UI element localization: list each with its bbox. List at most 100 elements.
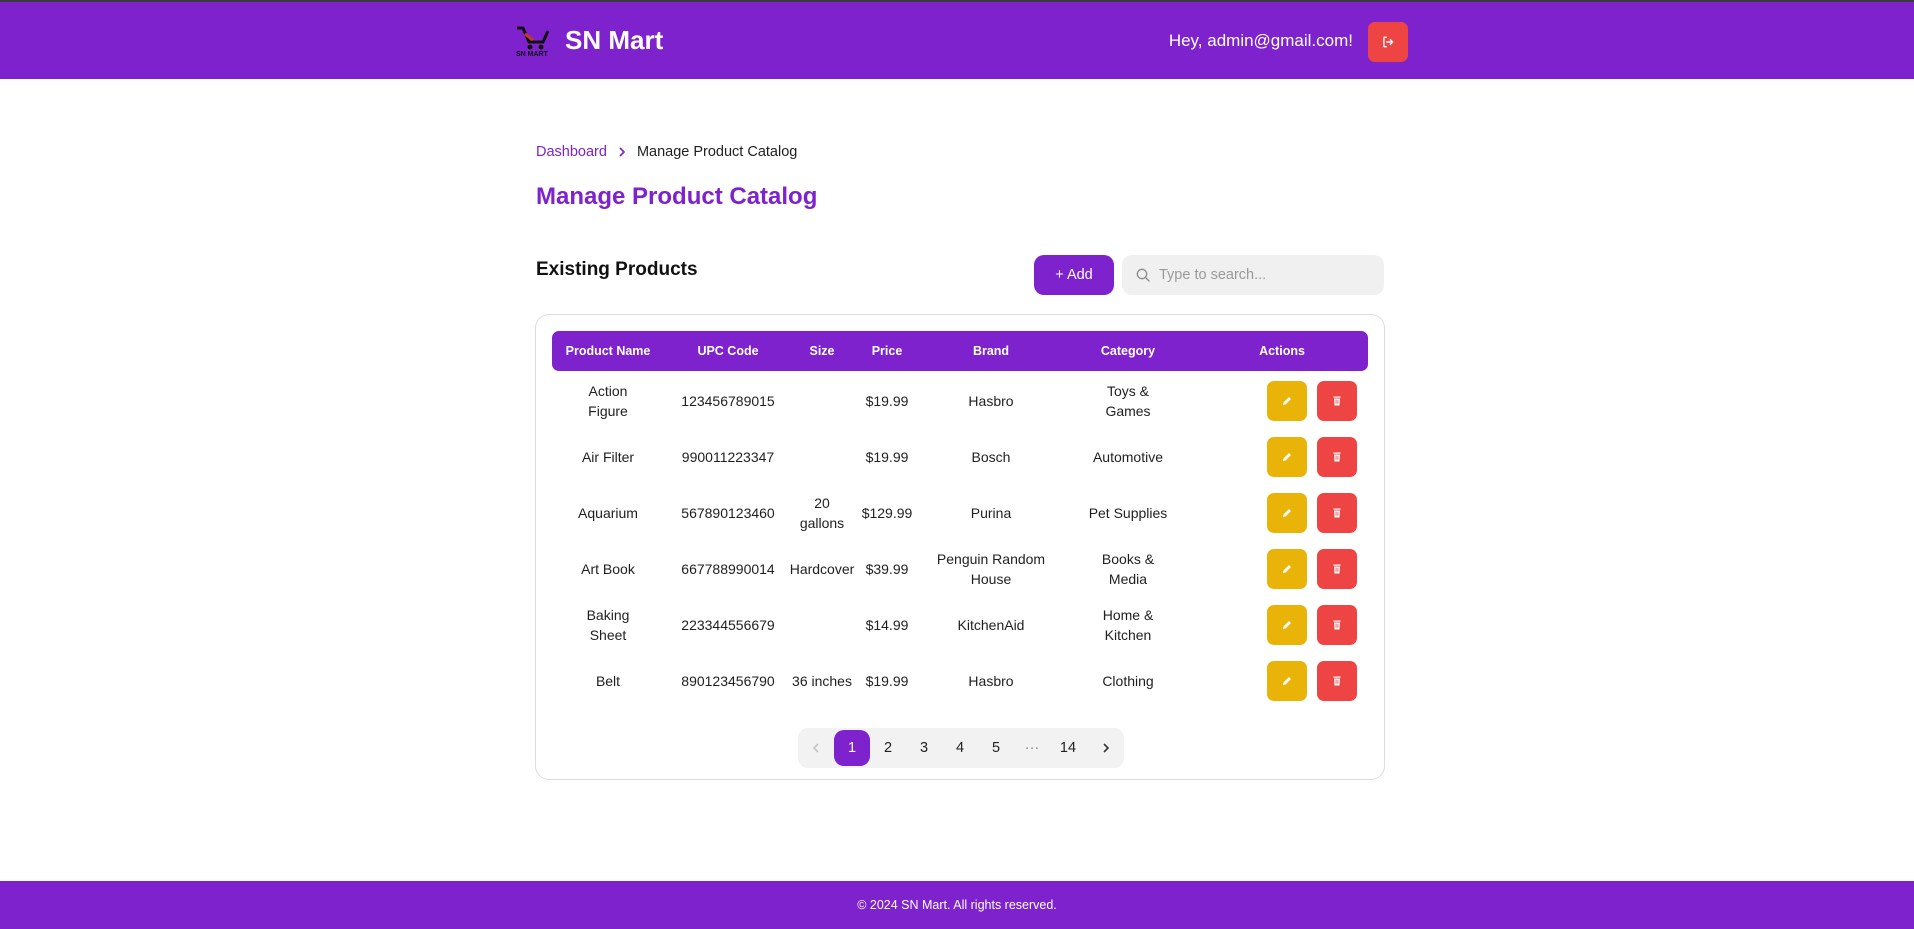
section-title: Existing Products xyxy=(536,259,698,280)
cell-product-name: Art Book xyxy=(581,561,635,577)
edit-button[interactable] xyxy=(1267,605,1307,645)
table-row: Belt 890123456790 36 inches $19.99 Hasbro Clo… xyxy=(552,653,1368,709)
delete-button[interactable] xyxy=(1317,437,1357,477)
cell-upc-code: 667788990014 xyxy=(681,561,775,577)
cell-category: Pet Supplies xyxy=(1088,505,1168,521)
column-header-upc-code: UPC Code xyxy=(697,344,759,358)
footer: © 2024 SN Mart. All rights reserved. xyxy=(0,881,1914,929)
search-box xyxy=(1122,255,1384,295)
edit-button[interactable] xyxy=(1267,437,1307,477)
chevron-left-icon xyxy=(812,743,819,753)
pencil-icon xyxy=(1283,453,1291,461)
cell-upc-code: 123456789015 xyxy=(681,393,775,409)
trash-icon xyxy=(1333,564,1341,574)
cell-upc-code: 890123456790 xyxy=(681,673,775,689)
table-row: Aquarium 567890123460 20 gallons $129.99 Pur… xyxy=(552,485,1368,541)
column-header-actions: Actions xyxy=(1259,344,1305,358)
cell-brand: Hasbro xyxy=(968,673,1014,689)
delete-button[interactable] xyxy=(1317,605,1357,645)
cell-size xyxy=(792,597,852,653)
column-header-brand: Brand xyxy=(972,344,1010,358)
page-button-3[interactable]: 3 xyxy=(906,728,942,768)
cell-brand: KitchenAid xyxy=(957,617,1025,633)
cell-product-name: Belt xyxy=(595,673,621,689)
cell-size xyxy=(792,373,852,429)
cell-product-name: Action Figure xyxy=(588,383,628,419)
pencil-icon xyxy=(1283,397,1291,405)
cell-brand: Penguin Random House xyxy=(936,551,1046,587)
page-title: Manage Product Catalog xyxy=(536,183,818,210)
cart-logo-icon: SN MART xyxy=(516,26,550,58)
cell-price: $14.99 xyxy=(865,617,909,633)
breadcrumb-current: Manage Product Catalog xyxy=(636,144,798,160)
delete-button[interactable] xyxy=(1317,661,1357,701)
cell-brand: Purina xyxy=(970,505,1012,521)
cell-price: $39.99 xyxy=(865,561,909,577)
table-row: Air Filter 990011223347 $19.99 Bosch Automot… xyxy=(552,429,1368,485)
trash-icon xyxy=(1333,396,1341,406)
chevron-right-icon xyxy=(1103,743,1110,753)
trash-icon xyxy=(1333,620,1341,630)
table-row: Art Book 667788990014 Hardcover $39.99 Pengu… xyxy=(552,541,1368,597)
delete-button[interactable] xyxy=(1317,381,1357,421)
cell-size xyxy=(792,429,852,485)
brand[interactable]: SN MART SN Mart xyxy=(513,22,663,59)
edit-button[interactable] xyxy=(1267,493,1307,533)
breadcrumb-dashboard-link[interactable]: Dashboard xyxy=(536,144,607,160)
column-header-product-name: Product Name xyxy=(565,344,651,358)
breadcrumb: Dashboard Manage Product Catalog xyxy=(536,144,797,160)
cell-size: Hardcover xyxy=(789,561,855,577)
cell-brand: Hasbro xyxy=(968,393,1014,409)
delete-button[interactable] xyxy=(1317,549,1357,589)
delete-button[interactable] xyxy=(1317,493,1357,533)
cell-category: Clothing xyxy=(1102,673,1154,689)
edit-button[interactable] xyxy=(1267,381,1307,421)
cell-size: 36 inches xyxy=(792,673,852,689)
pagination: 1 2 3 4 5 ··· 14 xyxy=(798,728,1124,768)
next-page-button[interactable] xyxy=(1088,728,1124,768)
pencil-icon xyxy=(1283,677,1291,685)
chevron-right-icon xyxy=(617,146,627,158)
add-product-button[interactable]: + Add xyxy=(1034,255,1114,295)
pencil-icon xyxy=(1283,509,1291,517)
search-icon xyxy=(1136,268,1150,282)
cell-upc-code: 223344556679 xyxy=(681,617,775,633)
cell-category: Toys & Games xyxy=(1105,383,1151,419)
page-button-2[interactable]: 2 xyxy=(870,728,906,768)
table-row: Action Figure 123456789015 $19.99 Hasbro Toy… xyxy=(552,373,1368,429)
column-header-price: Price xyxy=(871,344,903,358)
pencil-icon xyxy=(1283,565,1291,573)
trash-icon xyxy=(1333,676,1341,686)
page-button-5[interactable]: 5 xyxy=(978,728,1014,768)
edit-button[interactable] xyxy=(1267,549,1307,589)
page-button-1[interactable]: 1 xyxy=(834,730,870,766)
trash-icon xyxy=(1333,508,1341,518)
products-table-card: Product Name UPC Code Size Price Brand Catego… xyxy=(535,314,1385,780)
column-header-size: Size xyxy=(809,344,835,358)
cell-product-name: Aquarium xyxy=(578,505,638,521)
cell-price: $19.99 xyxy=(865,449,909,465)
cell-category: Automotive xyxy=(1092,449,1164,465)
page-button-4[interactable]: 4 xyxy=(942,728,978,768)
cell-category: Home & Kitchen xyxy=(1102,607,1154,643)
column-header-category: Category xyxy=(1100,344,1156,358)
trash-icon xyxy=(1333,452,1341,462)
cell-upc-code: 990011223347 xyxy=(681,449,775,465)
logout-button[interactable] xyxy=(1368,22,1408,62)
cell-price: $19.99 xyxy=(865,673,909,689)
cell-size: 20 gallons xyxy=(799,495,845,531)
logout-icon xyxy=(1383,36,1394,48)
pencil-icon xyxy=(1283,621,1291,629)
top-navbar: SN MART SN Mart Hey, admin@gmail.com! xyxy=(0,0,1914,79)
search-input[interactable] xyxy=(1159,267,1369,283)
page-button-14[interactable]: 14 xyxy=(1050,728,1086,768)
edit-button[interactable] xyxy=(1267,661,1307,701)
cell-category: Books & Media xyxy=(1101,551,1155,587)
prev-page-button[interactable] xyxy=(798,728,834,768)
cell-price: $19.99 xyxy=(865,393,909,409)
cell-price: $129.99 xyxy=(861,505,913,521)
cell-product-name: Baking Sheet xyxy=(586,607,630,643)
cell-product-name: Air Filter xyxy=(581,449,635,465)
table-row: Baking Sheet 223344556679 $14.99 KitchenAid… xyxy=(552,597,1368,653)
cell-upc-code: 567890123460 xyxy=(681,505,775,521)
